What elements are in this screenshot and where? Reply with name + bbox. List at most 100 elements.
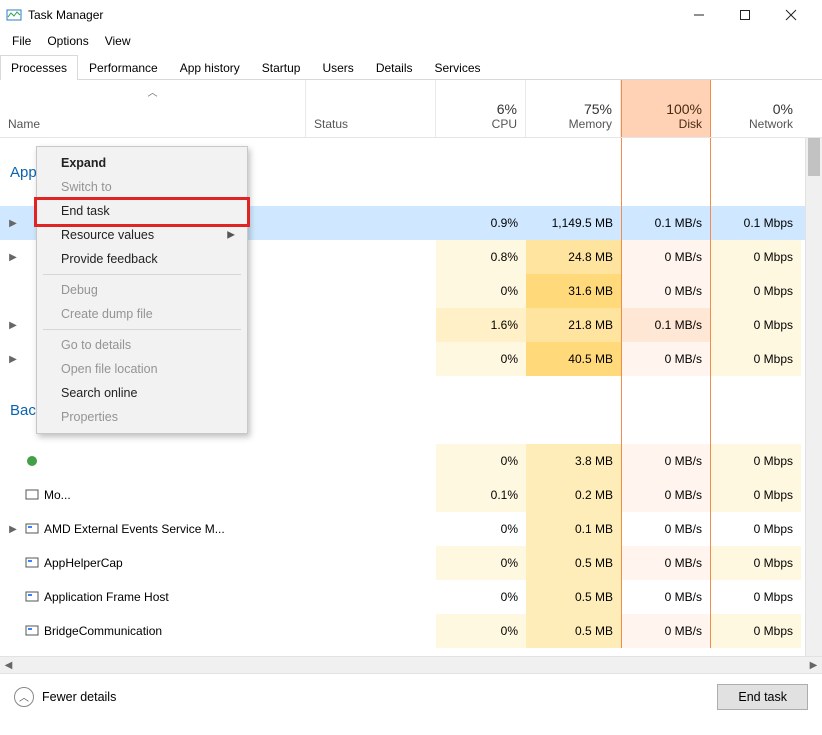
cpu-value: 0.1% [436, 478, 526, 512]
horizontal-scrollbar[interactable]: ◀ ▶ [0, 656, 822, 673]
process-icon [24, 589, 40, 605]
table-row[interactable]: Application Frame Host 0% 0.5 MB 0 MB/s … [0, 580, 805, 614]
cpu-value: 0.8% [436, 240, 526, 274]
network-value: 0 Mbps [711, 478, 801, 512]
chevron-up-circle-icon: ︿ [14, 687, 34, 707]
window-title: Task Manager [28, 8, 103, 22]
ctx-search-online[interactable]: Search online [39, 381, 245, 405]
disk-value: 0 MB/s [621, 546, 711, 580]
cpu-value: 0% [436, 580, 526, 614]
column-headers: ︿ Name Status 6% CPU 75% Memory 100% Dis… [0, 80, 822, 138]
minimize-button[interactable] [676, 0, 722, 30]
process-name: BridgeCommunication [44, 624, 162, 638]
chevron-right-icon[interactable]: ▶ [6, 252, 20, 263]
tab-services[interactable]: Services [424, 55, 492, 80]
close-button[interactable] [768, 0, 814, 30]
maximize-button[interactable] [722, 0, 768, 30]
vertical-scrollbar[interactable] [805, 138, 822, 656]
ctx-end-task[interactable]: End task [39, 199, 245, 223]
network-value: 0 Mbps [711, 512, 801, 546]
disk-value: 0 MB/s [621, 240, 711, 274]
memory-value: 21.8 MB [526, 308, 621, 342]
disk-value: 0 MB/s [621, 478, 711, 512]
column-network[interactable]: 0% Network [711, 80, 801, 137]
ctx-expand[interactable]: Expand [39, 151, 245, 175]
network-value: 0.1 Mbps [711, 206, 801, 240]
column-memory[interactable]: 75% Memory [526, 80, 621, 137]
table-row[interactable]: Mo... 0.1% 0.2 MB 0 MB/s 0 Mbps [0, 478, 805, 512]
scroll-right-icon[interactable]: ▶ [805, 657, 822, 674]
disk-value: 0.1 MB/s [621, 308, 711, 342]
disk-value: 0 MB/s [621, 444, 711, 478]
memory-value: 24.8 MB [526, 240, 621, 274]
memory-value: 0.5 MB [526, 614, 621, 648]
network-value: 0 Mbps [711, 342, 801, 376]
process-name: Mo... [44, 488, 71, 502]
sort-caret-icon: ︿ [148, 84, 158, 99]
footer: ︿ Fewer details End task [0, 673, 822, 719]
table-row[interactable]: 0% 3.8 MB 0 MB/s 0 Mbps [0, 444, 805, 478]
menu-file[interactable]: File [4, 31, 39, 51]
chevron-right-icon[interactable]: ▶ [6, 524, 20, 535]
column-disk[interactable]: 100% Disk [621, 80, 711, 137]
network-value: 0 Mbps [711, 308, 801, 342]
ctx-switch-to: Switch to [39, 175, 245, 199]
cpu-value: 0% [436, 342, 526, 376]
chevron-right-icon[interactable]: ▶ [6, 320, 20, 331]
process-icon [24, 521, 40, 537]
ctx-resource-values[interactable]: Resource values ▶ [39, 223, 245, 247]
cpu-value: 0% [436, 274, 526, 308]
tab-startup[interactable]: Startup [251, 55, 312, 80]
chevron-right-icon[interactable]: ▶ [6, 354, 20, 365]
memory-value: 0.5 MB [526, 546, 621, 580]
column-status[interactable]: Status [306, 80, 436, 137]
process-name: AMD External Events Service M... [44, 522, 225, 536]
cpu-value: 0% [436, 444, 526, 478]
end-task-button[interactable]: End task [717, 684, 808, 710]
menu-options[interactable]: Options [39, 31, 96, 51]
memory-value: 40.5 MB [526, 342, 621, 376]
menubar: File Options View [0, 30, 822, 52]
table-row[interactable]: AppHelperCap 0% 0.5 MB 0 MB/s 0 Mbps [0, 546, 805, 580]
tab-processes[interactable]: Processes [0, 55, 78, 80]
tab-performance[interactable]: Performance [78, 55, 169, 80]
ctx-debug: Debug [39, 278, 245, 302]
process-name: Application Frame Host [44, 590, 169, 604]
fewer-details-button[interactable]: ︿ Fewer details [14, 687, 116, 707]
chevron-right-icon[interactable]: ▶ [6, 218, 20, 229]
column-cpu[interactable]: 6% CPU [436, 80, 526, 137]
app-icon [6, 7, 22, 23]
process-name: AppHelperCap [44, 556, 123, 570]
cpu-value: 0% [436, 512, 526, 546]
disk-value: 0.1 MB/s [621, 206, 711, 240]
ctx-create-dump: Create dump file [39, 302, 245, 326]
tab-users[interactable]: Users [311, 55, 364, 80]
ctx-provide-feedback[interactable]: Provide feedback [39, 247, 245, 271]
cpu-value: 1.6% [436, 308, 526, 342]
menu-view[interactable]: View [97, 31, 139, 51]
table-row[interactable]: ▶ AMD External Events Service M... 0% 0.… [0, 512, 805, 546]
process-icon [24, 453, 40, 469]
menu-separator [43, 329, 241, 330]
menu-separator [43, 274, 241, 275]
table-row[interactable]: BridgeCommunication 0% 0.5 MB 0 MB/s 0 M… [0, 614, 805, 648]
network-value: 0 Mbps [711, 546, 801, 580]
process-grid: ︿ Name Status 6% CPU 75% Memory 100% Dis… [0, 80, 822, 656]
tab-app-history[interactable]: App history [169, 55, 251, 80]
scroll-left-icon[interactable]: ◀ [0, 657, 17, 674]
cpu-value: 0% [436, 546, 526, 580]
network-value: 0 Mbps [711, 614, 801, 648]
column-name[interactable]: ︿ Name [0, 80, 306, 137]
memory-value: 1,149.5 MB [526, 206, 621, 240]
chevron-right-icon: ▶ [227, 230, 235, 241]
memory-value: 0.5 MB [526, 580, 621, 614]
ctx-go-details: Go to details [39, 333, 245, 357]
cpu-value: 0% [436, 614, 526, 648]
network-value: 0 Mbps [711, 444, 801, 478]
memory-value: 0.2 MB [526, 478, 621, 512]
tab-details[interactable]: Details [365, 55, 424, 80]
tab-bar: Processes Performance App history Startu… [0, 54, 822, 80]
ctx-open-location: Open file location [39, 357, 245, 381]
disk-value: 0 MB/s [621, 512, 711, 546]
process-icon [24, 487, 40, 503]
